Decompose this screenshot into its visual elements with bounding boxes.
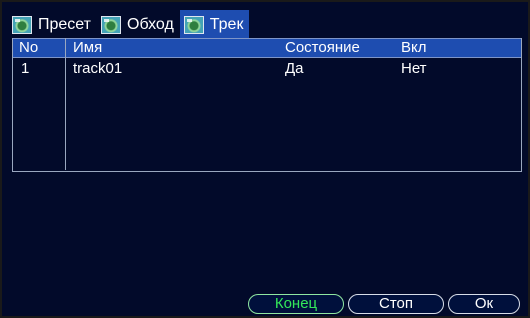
track-table: No Имя Состояние Вкл 1 track01 Да Нет [12, 38, 522, 172]
row-name: track01 [73, 60, 123, 77]
tab-preset[interactable]: Пресет [8, 10, 97, 40]
ok-button[interactable]: Ок [448, 294, 520, 314]
tab-tour[interactable]: Обход [97, 10, 180, 40]
tab-track[interactable]: Трек [179, 10, 250, 40]
tab-track-label: Трек [209, 16, 244, 33]
tab-tour-label: Обход [127, 16, 174, 33]
end-button[interactable]: Конец [248, 294, 344, 314]
row-no: 1 [21, 60, 30, 77]
tab-bar: Пресет Обход Трек [8, 10, 250, 40]
header-enabled: Вкл [401, 39, 427, 56]
row-enabled: Нет [401, 60, 427, 77]
row-state: Да [285, 60, 304, 77]
column-divider [65, 38, 66, 170]
stop-button[interactable]: Стоп [348, 294, 444, 314]
header-state: Состояние [285, 39, 360, 56]
tab-preset-label: Пресет [38, 16, 91, 33]
camera-icon [183, 16, 204, 34]
camera-icon [12, 16, 32, 34]
track-panel: Пресет Обход Трек No Имя Состояние Вкл 1… [0, 0, 530, 318]
header-name: Имя [73, 39, 103, 56]
camera-icon [101, 16, 121, 34]
header-no: No [19, 39, 39, 56]
table-header: No Имя Состояние Вкл [13, 38, 521, 58]
